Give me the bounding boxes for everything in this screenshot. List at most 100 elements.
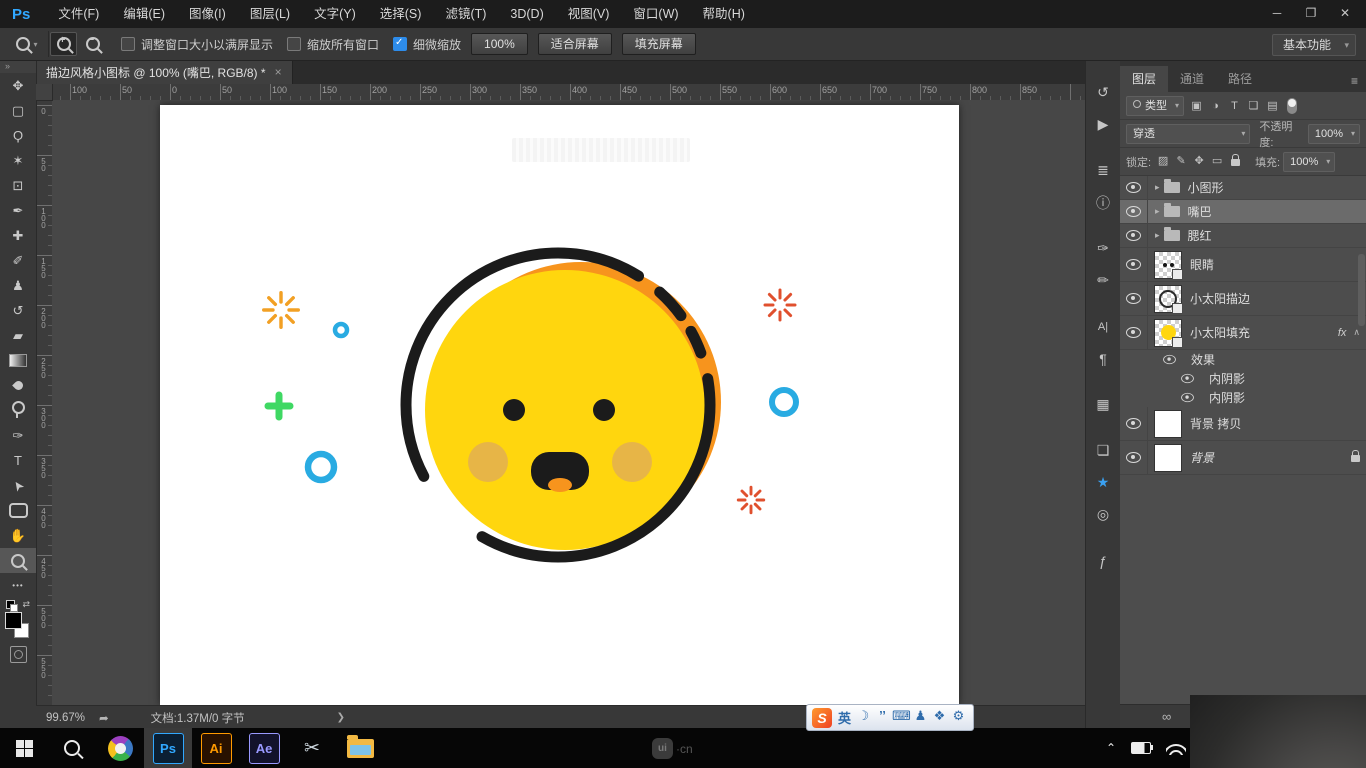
layer-name[interactable]: 背景 bbox=[1190, 449, 1214, 466]
filter-smart-object-icon[interactable]: ▤ bbox=[1263, 97, 1282, 115]
pen-tool[interactable]: ✑ bbox=[0, 423, 36, 448]
visibility-toggle[interactable] bbox=[1180, 373, 1195, 384]
properties-panel-icon[interactable]: ≣ bbox=[1089, 158, 1117, 183]
fill-screen-button[interactable]: 填充屏幕 bbox=[622, 33, 696, 55]
visibility-toggle[interactable] bbox=[1162, 354, 1177, 365]
zoom-in-button[interactable] bbox=[50, 32, 77, 56]
tab-paths[interactable]: 路径 bbox=[1216, 66, 1264, 92]
layer-row-effect[interactable]: 内阴影 bbox=[1120, 388, 1366, 407]
tab-layers[interactable]: 图层 bbox=[1120, 66, 1168, 92]
layer-name[interactable]: 嘴巴 bbox=[1188, 203, 1212, 220]
magic-wand-tool[interactable]: ✶ bbox=[0, 148, 36, 173]
layers-scrollbar[interactable] bbox=[1358, 254, 1365, 326]
history-panel-icon[interactable]: ↺ bbox=[1089, 80, 1117, 105]
menu-item[interactable]: 帮助(H) bbox=[691, 0, 757, 28]
layer-name[interactable]: 眼睛 bbox=[1190, 256, 1214, 273]
layer-thumbnail[interactable] bbox=[1154, 444, 1182, 472]
visibility-toggle[interactable] bbox=[1120, 407, 1148, 440]
visibility-toggle[interactable] bbox=[1120, 441, 1148, 474]
layer-name[interactable]: 小图形 bbox=[1188, 179, 1224, 196]
star-plugin-panel-icon[interactable]: ★ bbox=[1089, 470, 1117, 495]
menu-item[interactable]: 文件(F) bbox=[46, 0, 111, 28]
layer-name[interactable]: 小太阳描边 bbox=[1190, 290, 1250, 307]
layer-thumbnail[interactable] bbox=[1154, 410, 1182, 438]
filter-image-icon[interactable]: ▣ bbox=[1187, 97, 1206, 115]
layer-thumbnail[interactable] bbox=[1154, 285, 1182, 313]
zoom-tool[interactable] bbox=[0, 548, 36, 573]
zoom-level-field[interactable]: 99.67% bbox=[46, 712, 85, 724]
chevron-right-icon[interactable]: ▸ bbox=[1155, 182, 1160, 193]
styles-panel-icon[interactable]: ƒ bbox=[1089, 548, 1117, 573]
zoom-out-button[interactable] bbox=[79, 32, 106, 56]
photoshop-taskbar-icon[interactable]: Ps bbox=[144, 728, 192, 768]
snipping-tool-taskbar-icon[interactable]: ✂ bbox=[288, 728, 336, 768]
eyedropper-tool[interactable]: ✒ bbox=[0, 198, 36, 223]
artboard[interactable] bbox=[160, 105, 959, 705]
brush-settings-panel-icon[interactable]: ✏ bbox=[1089, 268, 1117, 293]
collapse-effects-icon[interactable]: ∧ bbox=[1353, 327, 1360, 338]
shape-tool[interactable] bbox=[0, 498, 36, 523]
layer-name[interactable]: 腮红 bbox=[1188, 227, 1212, 244]
close-button[interactable]: ✕ bbox=[1328, 0, 1362, 26]
visibility-toggle[interactable] bbox=[1120, 282, 1148, 315]
layer-row-layer[interactable]: 背景 拷贝 bbox=[1120, 407, 1366, 441]
layer-thumbnail[interactable] bbox=[1154, 251, 1182, 279]
layer-row-group[interactable]: ▸嘴巴 bbox=[1120, 200, 1366, 224]
move-tool[interactable]: ✥ bbox=[0, 73, 36, 98]
menu-item[interactable]: 窗口(W) bbox=[621, 0, 690, 28]
type-tool[interactable]: T bbox=[0, 448, 36, 473]
taskbar-search-button[interactable] bbox=[48, 728, 96, 768]
fit-screen-button[interactable]: 适合屏幕 bbox=[538, 33, 612, 55]
sogou-logo-icon[interactable]: S bbox=[812, 708, 832, 728]
filter-type-dropdown[interactable]: 类型 bbox=[1126, 96, 1184, 116]
rectangular-marquee-tool[interactable]: ▢ bbox=[0, 98, 36, 123]
visibility-toggle[interactable] bbox=[1120, 248, 1148, 281]
layer-name[interactable]: 小太阳填充 bbox=[1190, 324, 1250, 341]
file-explorer-taskbar-icon[interactable] bbox=[336, 728, 384, 768]
visibility-toggle[interactable] bbox=[1120, 176, 1148, 199]
layer-name[interactable]: 内阴影 bbox=[1209, 389, 1245, 406]
document-tab[interactable]: 描边风格小图标 @ 100% (嘴巴, RGB/8) * × bbox=[36, 60, 293, 84]
crop-tool[interactable]: ⊡ bbox=[0, 173, 36, 198]
lock-move-icon[interactable]: ✥ bbox=[1190, 154, 1208, 169]
menu-item[interactable]: 选择(S) bbox=[368, 0, 434, 28]
blur-tool[interactable] bbox=[0, 373, 36, 398]
menu-item[interactable]: 视图(V) bbox=[556, 0, 622, 28]
quick-mask-icon[interactable] bbox=[10, 646, 27, 663]
fx-badge[interactable]: fx bbox=[1338, 327, 1347, 339]
layer-row-group[interactable]: ▸ 腮红 bbox=[1120, 224, 1366, 248]
lock-artboard-icon[interactable]: ▭ bbox=[1208, 154, 1226, 169]
clone-source-panel-icon[interactable]: ◎ bbox=[1089, 502, 1117, 527]
browser-taskbar-icon[interactable] bbox=[96, 728, 144, 768]
punctuation-icon[interactable]: ’’ bbox=[873, 708, 892, 727]
more-options-tool[interactable]: ••• bbox=[0, 573, 36, 598]
blend-mode-dropdown[interactable]: 穿透 bbox=[1126, 124, 1250, 144]
layer-row-layer[interactable]: 背景 bbox=[1120, 441, 1366, 475]
layer-row-layer[interactable]: 眼睛 bbox=[1120, 248, 1366, 282]
eraser-tool[interactable]: ▰ bbox=[0, 323, 36, 348]
layer-name[interactable]: 内阴影 bbox=[1209, 370, 1245, 387]
share-icon[interactable]: ➦ bbox=[99, 711, 109, 725]
scrubby-zoom-checkbox[interactable] bbox=[393, 37, 407, 51]
lasso-tool[interactable]: Ϙ bbox=[0, 123, 36, 148]
soft-keyboard-icon[interactable]: ⌨ bbox=[892, 708, 911, 727]
minimize-button[interactable]: ─ bbox=[1260, 0, 1294, 26]
zoom-100-button[interactable]: 100% bbox=[471, 33, 528, 55]
chevron-right-icon[interactable]: ▸ bbox=[1155, 230, 1160, 241]
brush-presets-panel-icon[interactable]: ✑ bbox=[1089, 236, 1117, 261]
info-panel-icon[interactable]: ⓘ bbox=[1089, 190, 1117, 215]
menu-item[interactable]: 文字(Y) bbox=[302, 0, 368, 28]
brush-tool[interactable]: ✐ bbox=[0, 248, 36, 273]
gradient-tool[interactable] bbox=[0, 348, 36, 373]
wifi-icon[interactable] bbox=[1166, 742, 1186, 755]
menu-item[interactable]: 滤镜(T) bbox=[433, 0, 498, 28]
resize-windows-checkbox[interactable] bbox=[121, 37, 135, 51]
actions-panel-icon[interactable]: ▶ bbox=[1089, 112, 1117, 137]
menu-item[interactable]: 图层(L) bbox=[238, 0, 302, 28]
link-layers-icon[interactable]: ∞ bbox=[1162, 709, 1171, 724]
status-expand-icon[interactable]: ❯ bbox=[337, 712, 345, 723]
workspace-switcher[interactable]: 基本功能 bbox=[1272, 34, 1356, 56]
filter-adjustment-icon[interactable]: ◑ bbox=[1206, 97, 1225, 115]
zoom-all-windows-checkbox[interactable] bbox=[287, 37, 301, 51]
toolbar-collapse[interactable]: » bbox=[0, 60, 36, 73]
